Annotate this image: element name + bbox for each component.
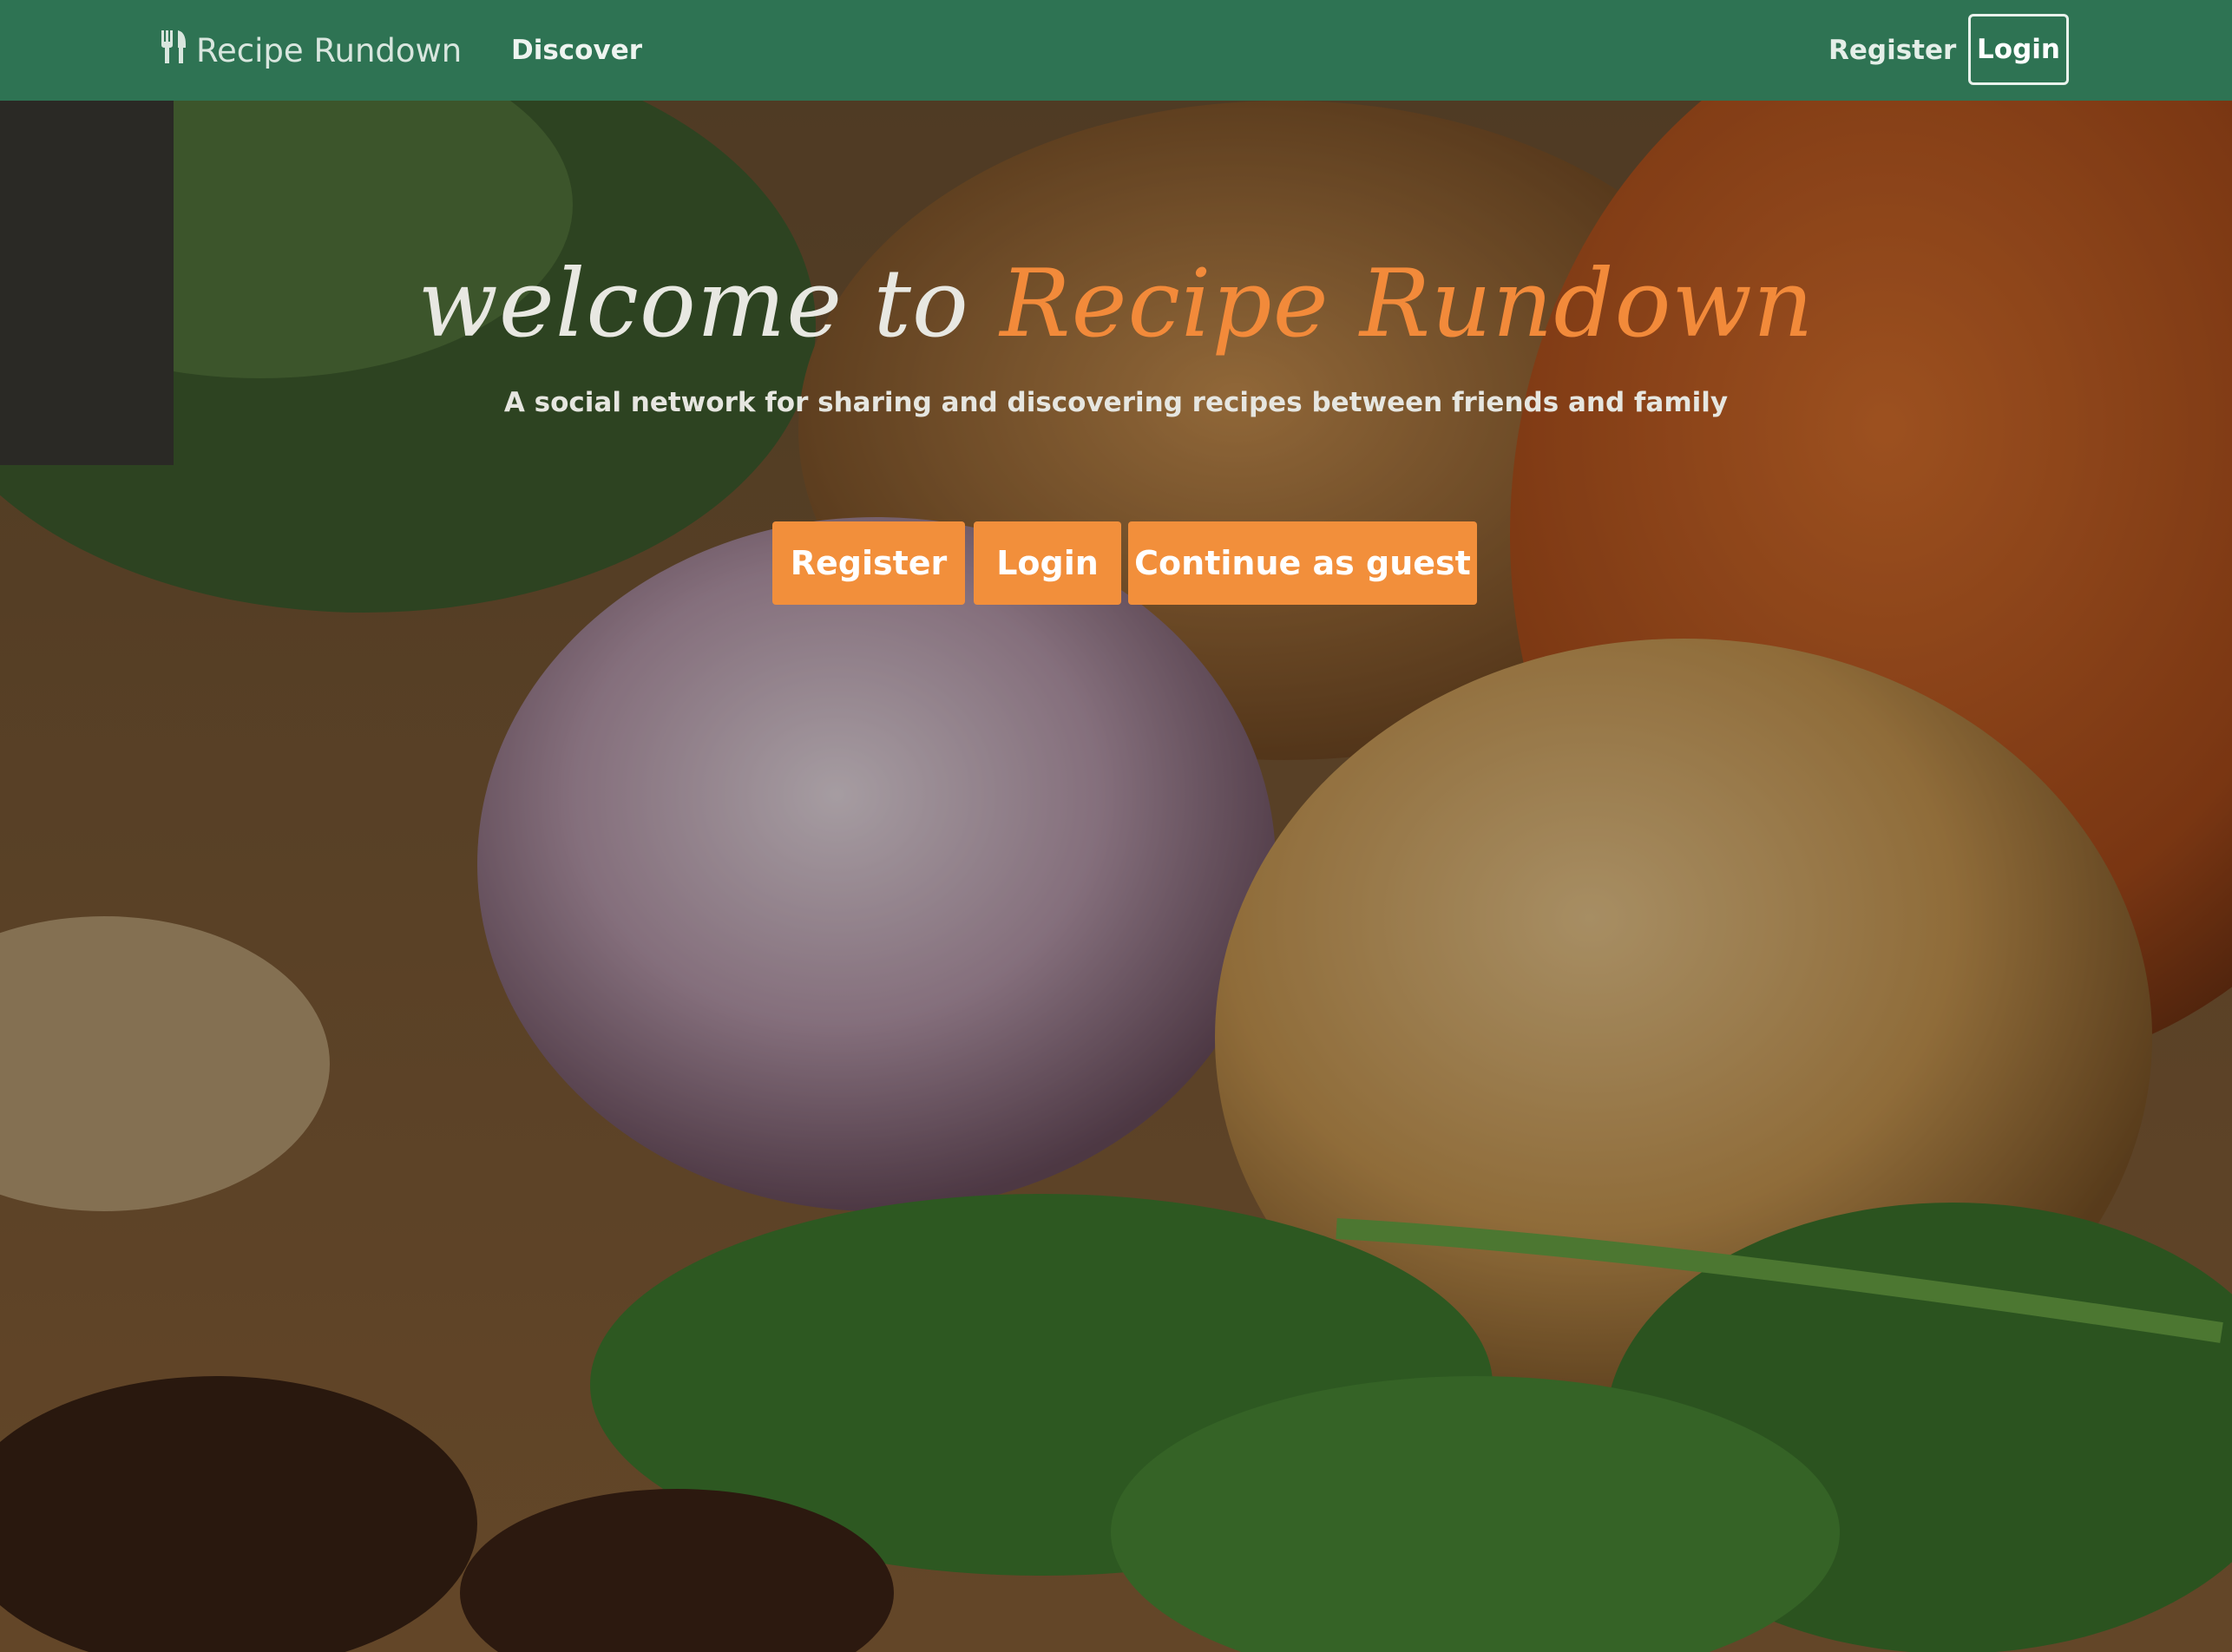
hero-login-button[interactable]: Login [974, 521, 1121, 605]
brand-name: Recipe Rundown [196, 31, 463, 69]
continue-as-guest-button[interactable]: Continue as guest [1128, 521, 1477, 605]
hero-title: welcome to Recipe Rundown [0, 250, 2232, 358]
hero-title-prefix: welcome to [417, 250, 969, 358]
hero-section: welcome to Recipe Rundown A social netwo… [0, 101, 2232, 1652]
hero-title-accent: Recipe Rundown [1000, 250, 1815, 358]
hero-subtitle: A social network for sharing and discove… [503, 387, 1729, 418]
nav-discover-link[interactable]: Discover [511, 26, 642, 75]
nav-login-button[interactable]: Login [1968, 14, 2069, 85]
nav-register-link[interactable]: Register [1828, 26, 1956, 75]
brand-link[interactable]: Recipe Rundown [160, 26, 462, 75]
hero-register-button[interactable]: Register [772, 521, 965, 605]
fork-knife-icon [160, 29, 196, 73]
top-navbar: Recipe Rundown Discover Register Login [0, 0, 2232, 101]
